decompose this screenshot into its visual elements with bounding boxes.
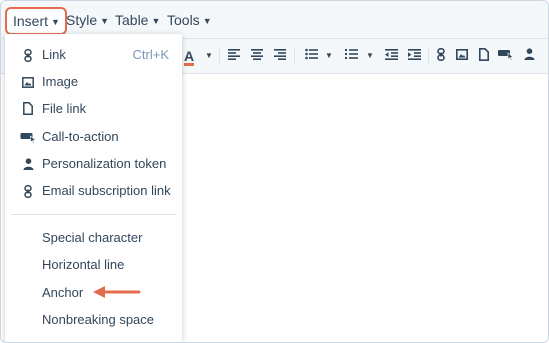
toolbar-divider bbox=[219, 47, 220, 65]
align-right-icon bbox=[274, 49, 286, 60]
insert-menu[interactable]: Insert ▼ bbox=[5, 7, 67, 35]
menu-item-email-subscription-link[interactable]: Email subscription link bbox=[5, 179, 182, 203]
numbered-list-icon bbox=[344, 49, 358, 59]
outdent-icon bbox=[384, 49, 398, 60]
toolbar-divider bbox=[294, 47, 295, 65]
image-icon bbox=[21, 70, 35, 94]
menu-item-nonbreaking-space[interactable]: Nonbreaking space bbox=[5, 308, 182, 332]
menu-item-horizontal-line[interactable]: Horizontal line bbox=[5, 253, 182, 277]
menu-item-label: Horizontal line bbox=[42, 257, 125, 272]
table-menu[interactable]: Table ▼ bbox=[115, 9, 160, 31]
insert-image-button[interactable] bbox=[454, 48, 470, 64]
link-icon bbox=[437, 48, 445, 61]
align-center-icon bbox=[251, 49, 263, 60]
menu-item-label: Anchor bbox=[42, 285, 84, 300]
menu-item-label: Call-to-action bbox=[42, 129, 119, 144]
insert-file-button[interactable] bbox=[476, 48, 492, 64]
menu-divider bbox=[11, 214, 176, 215]
keyboard-shortcut: Ctrl+K bbox=[132, 47, 169, 62]
cta-icon bbox=[20, 125, 37, 149]
indent-button[interactable] bbox=[406, 48, 422, 64]
editor-frame: Insert ▼ Style ▼ Table ▼ Tools ▼ A ▼ ▼ ▼… bbox=[0, 0, 549, 343]
tools-menu[interactable]: Tools ▼ bbox=[167, 9, 212, 31]
menu-item-label: Nonbreaking space bbox=[42, 312, 155, 327]
insert-link-button[interactable] bbox=[433, 48, 449, 64]
table-menu-label: Table bbox=[115, 12, 149, 28]
tools-menu-label: Tools bbox=[167, 12, 200, 28]
numbered-list-button[interactable] bbox=[343, 48, 359, 64]
menu-item-personalization-token[interactable]: Personalization token bbox=[5, 152, 182, 176]
menu-item-link[interactable]: Link Ctrl+K bbox=[5, 43, 182, 67]
person-icon bbox=[21, 152, 35, 176]
outdent-button[interactable] bbox=[383, 48, 399, 64]
chevron-down-icon: ▼ bbox=[202, 16, 212, 26]
bullet-list-button[interactable] bbox=[303, 48, 319, 64]
menu-item-label: Special character bbox=[42, 230, 143, 245]
menu-item-label: Link bbox=[42, 47, 66, 62]
image-icon bbox=[456, 49, 468, 60]
chevron-down-icon: ▼ bbox=[51, 17, 60, 27]
align-right-button[interactable] bbox=[272, 48, 288, 64]
align-left-icon bbox=[228, 49, 240, 60]
bullet-list-icon bbox=[304, 48, 318, 60]
link-icon bbox=[21, 43, 35, 67]
insert-cta-button[interactable] bbox=[498, 48, 514, 64]
align-left-button[interactable] bbox=[226, 48, 242, 64]
annotation-arrow-icon bbox=[93, 286, 141, 298]
menu-item-special-character[interactable]: Special character bbox=[5, 226, 182, 250]
menu-item-label: Email subscription link bbox=[42, 183, 171, 198]
menu-item-label: Personalization token bbox=[42, 156, 167, 171]
file-icon bbox=[479, 48, 489, 61]
toolbar-divider bbox=[428, 47, 429, 65]
file-icon bbox=[21, 97, 35, 121]
chevron-down-icon: ▼ bbox=[100, 16, 110, 26]
style-menu[interactable]: Style ▼ bbox=[66, 9, 109, 31]
menu-item-file-link[interactable]: File link bbox=[5, 97, 182, 121]
bullet-list-caret[interactable]: ▼ bbox=[321, 48, 337, 64]
insert-token-button[interactable] bbox=[521, 48, 537, 64]
font-color-button[interactable]: A bbox=[181, 48, 197, 66]
chevron-down-icon: ▼ bbox=[151, 16, 161, 26]
cta-icon bbox=[498, 50, 514, 61]
insert-menu-label: Insert bbox=[13, 13, 49, 29]
menu-item-call-to-action[interactable]: Call-to-action bbox=[5, 125, 182, 149]
link-icon bbox=[21, 179, 35, 203]
align-center-button[interactable] bbox=[249, 48, 265, 64]
menu-item-label: Image bbox=[42, 74, 79, 89]
numbered-list-caret[interactable]: ▼ bbox=[362, 48, 378, 64]
menu-item-label: File link bbox=[42, 101, 87, 116]
indent-icon bbox=[407, 49, 421, 60]
person-icon bbox=[524, 48, 534, 60]
font-color-icon: A bbox=[183, 48, 195, 66]
menu-item-image[interactable]: Image bbox=[5, 70, 182, 94]
font-color-dropdown-caret[interactable]: ▼ bbox=[201, 48, 217, 64]
style-menu-label: Style bbox=[66, 12, 98, 28]
